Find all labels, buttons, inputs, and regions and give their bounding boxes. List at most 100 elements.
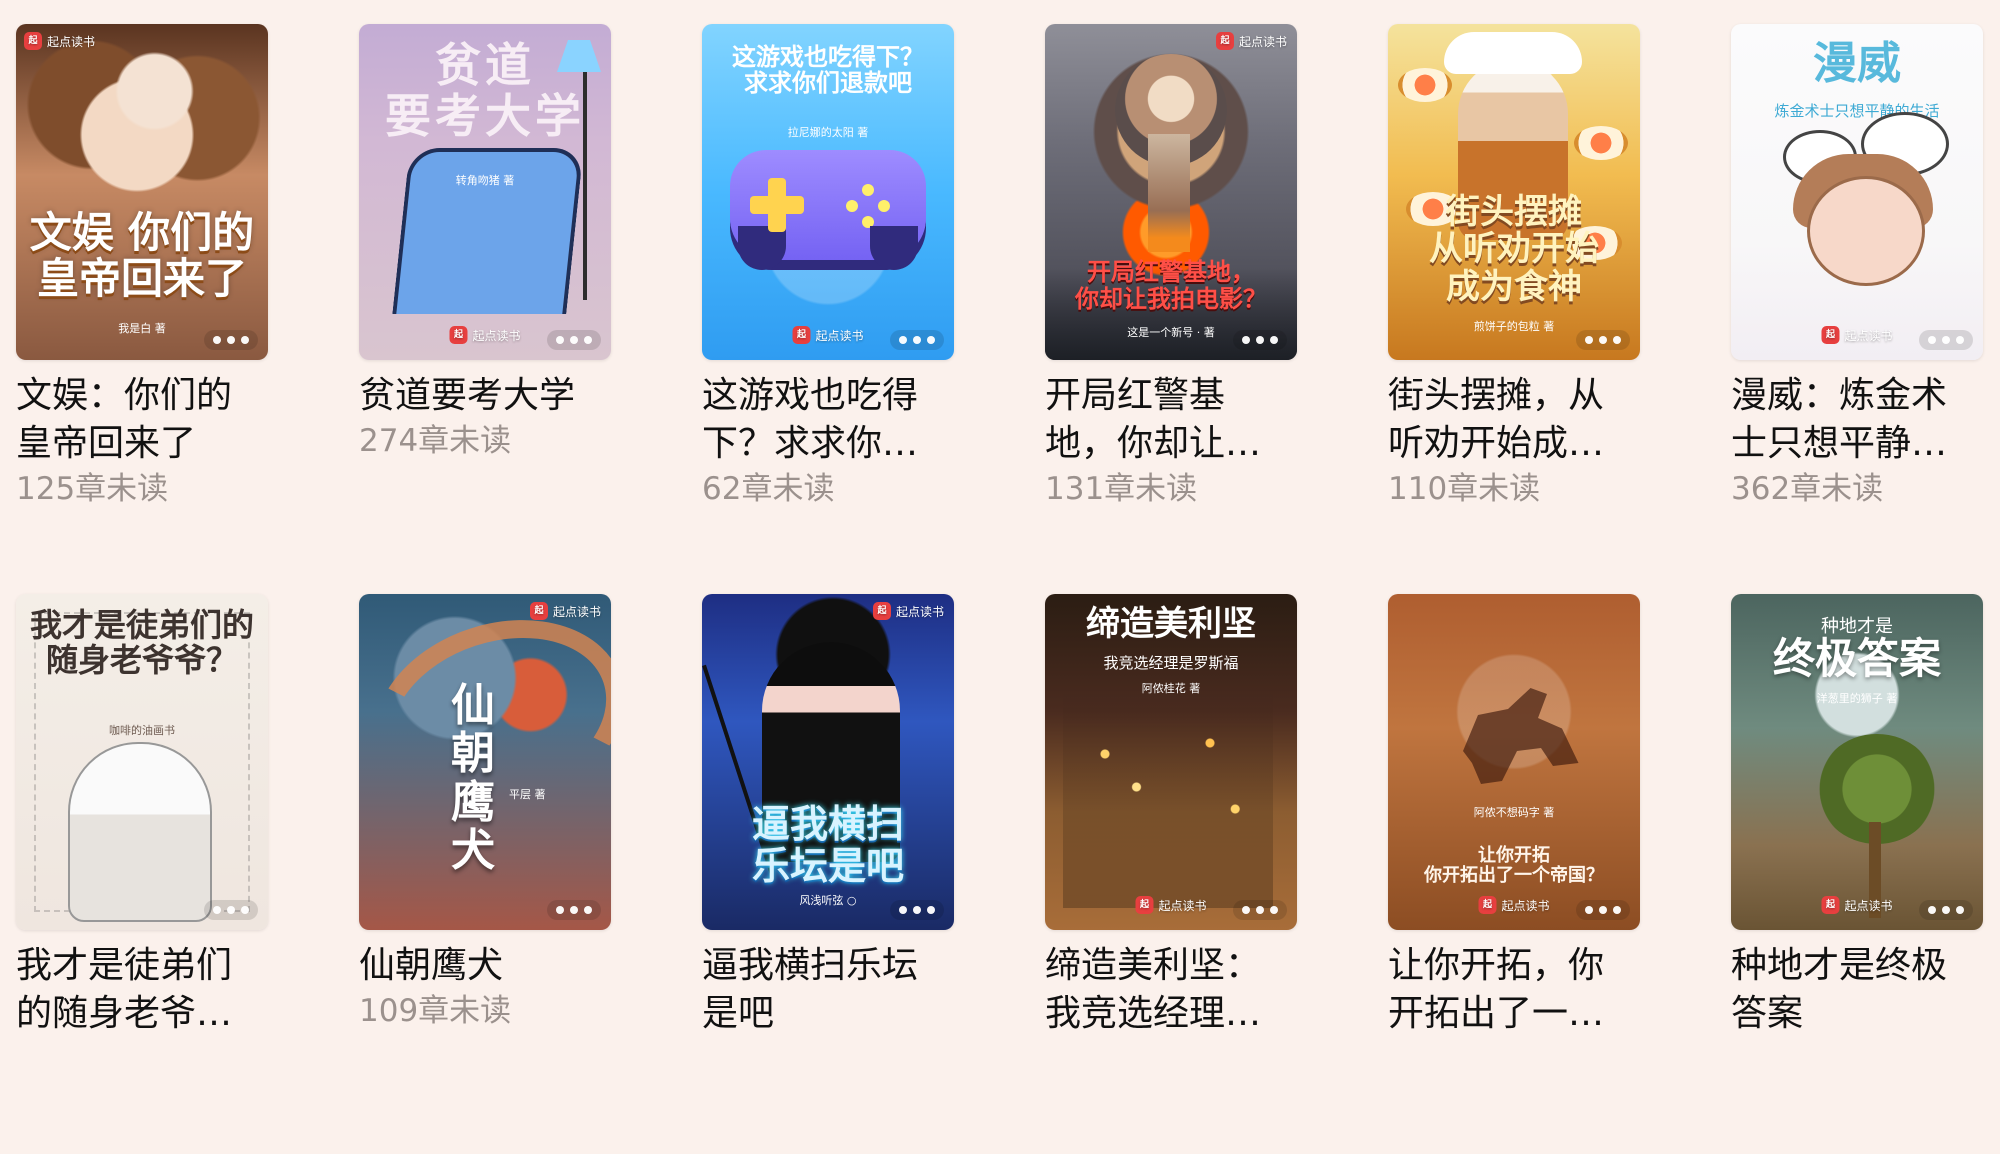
book-card-5[interactable]: 街头摆摊 从听劝开始 成为食神 煎饼子的包粒 著 街头摆摊，从听劝开始成为食神 …: [1388, 24, 1640, 584]
cover-title: 街头摆摊 从听劝开始 成为食神: [1429, 191, 1599, 307]
book-cover[interactable]: 贫道 要考大学 转角吻猪 著 起 起点读书: [359, 24, 611, 360]
book-cover[interactable]: 街头摆摊 从听劝开始 成为食神 煎饼子的包粒 著: [1388, 24, 1640, 360]
ellipsis-icon[interactable]: [547, 900, 601, 920]
book-card-8[interactable]: 起 起点读书 仙 朝 鹰 犬 平层 著 仙朝鹰犬 109章未读: [359, 594, 611, 1154]
book-title[interactable]: 漫威：炼金术士只想平静的生活: [1731, 372, 1971, 468]
book-card-3[interactable]: 这游戏也吃得下？ 求求你们退款吧 拉尼娜的太阳 著 起 起点读书 这游戏也吃得下…: [702, 24, 954, 584]
girl-face: [1807, 176, 1925, 286]
brand-label: 起点读书: [1501, 898, 1550, 913]
brand-label: 起点读书: [1844, 898, 1893, 913]
unread-count: 109章未读: [359, 993, 512, 1029]
qidian-logo-icon: 起: [872, 602, 891, 620]
cover-title: 贫道 要考大学: [385, 38, 585, 143]
brand-badge: 起 起点读书: [529, 602, 601, 620]
cover-title: 逼我横扫 乐坛是吧: [751, 802, 904, 889]
brand-label: 起点读书: [1844, 328, 1893, 343]
book-cover[interactable]: 我才是徒弟们的 随身老爷爷？ 咖啡的油画书: [16, 594, 268, 930]
ellipsis-icon[interactable]: [890, 330, 944, 350]
cover-subtitle: 炼金术士只想平静的生活: [1774, 102, 1940, 120]
cover-title: 我才是徒弟们的 随身老爷爷？: [29, 606, 254, 680]
qidian-logo-icon: 起: [792, 326, 811, 344]
book-card-10[interactable]: 缔造美利坚 我竞选经理是罗斯福 阿侬桂花 著 起 起点读书 缔造美利坚：我竞选经…: [1045, 594, 1297, 1154]
ellipsis-icon[interactable]: [204, 330, 258, 350]
book-title[interactable]: 逼我横扫乐坛是吧: [702, 942, 942, 1038]
ellipsis-icon[interactable]: [1919, 330, 1973, 350]
cover-title: 让你开拓 你开拓出了一个帝国？: [1424, 845, 1604, 887]
book-title[interactable]: 我才是徒弟们的随身老爷爷？: [16, 942, 256, 1038]
book-cover[interactable]: 缔造美利坚 我竞选经理是罗斯福 阿侬桂花 著 起 起点读书: [1045, 594, 1297, 930]
qidian-logo-icon: 起: [1821, 896, 1840, 914]
cover-title: 这游戏也吃得下？ 求求你们退款吧: [732, 43, 924, 98]
ellipsis-icon[interactable]: [890, 900, 944, 920]
cover-author: 咖啡的油画书: [109, 724, 175, 737]
qidian-logo-icon: 起: [449, 326, 468, 344]
book-title[interactable]: 让你开拓，你开拓出了一个帝国？: [1388, 942, 1628, 1038]
book-cover[interactable]: 起 起点读书 开局红警基地， 你却让我拍电影？ 这是一个新号 · 著: [1045, 24, 1297, 360]
brand-badge: 起 起点读书: [1821, 896, 1893, 914]
book-card-6[interactable]: 漫威 炼金术士只想平静的生活 起 起点读书 漫威：炼金术士只想平静的生活 362…: [1731, 24, 1983, 584]
brand-badge: 起 起点读书: [1821, 326, 1893, 344]
book-title[interactable]: 种地才是终极答案: [1731, 942, 1971, 1038]
brand-badge: 起 起点读书: [24, 32, 95, 50]
book-card-4[interactable]: 起 起点读书 开局红警基地， 你却让我拍电影？ 这是一个新号 · 著 开局红警基…: [1045, 24, 1297, 584]
book-title[interactable]: 仙朝鹰犬: [359, 942, 599, 990]
brand-label: 起点读书: [1238, 34, 1287, 49]
ellipsis-icon[interactable]: [547, 330, 601, 350]
brand-label: 起点读书: [895, 604, 944, 619]
book-title[interactable]: 缔造美利坚：我竞选经理是罗斯福: [1045, 942, 1285, 1038]
brand-badge: 起 起点读书: [1135, 896, 1207, 914]
brand-badge: 起 起点读书: [792, 326, 864, 344]
unread-count: 125章未读: [16, 471, 169, 507]
ellipsis-icon[interactable]: [204, 900, 258, 920]
book-cover[interactable]: 起 起点读书 逼我横扫 乐坛是吧 风浅听弦 ○: [702, 594, 954, 930]
qidian-logo-icon: 起: [1135, 896, 1154, 914]
food-plate: [1574, 126, 1628, 160]
street-lights: [1063, 688, 1273, 908]
food-plate: [1398, 68, 1452, 102]
brand-label: 起点读书: [472, 328, 521, 343]
book-cover[interactable]: 起 起点读书 文娱 你们的 皇帝回来了 我是白 著: [16, 24, 268, 360]
cover-title: 漫威: [1813, 38, 1901, 89]
cover-title: 文娱 你们的 皇帝回来了: [29, 207, 255, 303]
book-cover[interactable]: 种地才是 终极答案 洋葱里的狮子 著 起 起点读书: [1731, 594, 1983, 930]
book-cover[interactable]: 漫威 炼金术士只想平静的生活 起 起点读书: [1731, 24, 1983, 360]
ellipsis-icon[interactable]: [1233, 330, 1287, 350]
book-card-12[interactable]: 种地才是 终极答案 洋葱里的狮子 著 起 起点读书 种地才是终极答案: [1731, 594, 1983, 1154]
brand-label: 起点读书: [815, 328, 864, 343]
brand-label: 起点读书: [47, 34, 96, 49]
book-title[interactable]: 这游戏也吃得下？求求你们退款吧: [702, 372, 942, 468]
cover-author: 平层 著: [509, 788, 546, 801]
qidian-logo-icon: 起: [1478, 896, 1497, 914]
book-title[interactable]: 开局红警基地，你却让我拍电影？: [1045, 372, 1285, 468]
book-cover[interactable]: 阿侬不想码字 著 让你开拓 你开拓出了一个帝国？ 起 起点读书: [1388, 594, 1640, 930]
ellipsis-icon[interactable]: [1919, 900, 1973, 920]
unread-count: 110章未读: [1388, 471, 1541, 507]
game-controller-illustration: [730, 150, 926, 270]
cover-author: 阿侬不想码字 著: [1473, 806, 1555, 819]
unread-count: 131章未读: [1045, 471, 1198, 507]
ellipsis-icon[interactable]: [1576, 330, 1630, 350]
book-card-11[interactable]: 阿侬不想码字 著 让你开拓 你开拓出了一个帝国？ 起 起点读书 让你开拓，你开拓…: [1388, 594, 1640, 1154]
cover-author: 洋葱里的狮子 著: [1816, 692, 1898, 705]
cover-subtitle: 我竞选经理是罗斯福: [1103, 654, 1239, 672]
ellipsis-icon[interactable]: [1576, 900, 1630, 920]
sketch-character: [68, 742, 212, 922]
book-card-2[interactable]: 贫道 要考大学 转角吻猪 著 起 起点读书 贫道要考大学 274章未读: [359, 24, 611, 584]
book-card-1[interactable]: 起 起点读书 文娱 你们的 皇帝回来了 我是白 著 文娱：你们的皇帝回来了 12…: [16, 24, 268, 584]
book-cover[interactable]: 这游戏也吃得下？ 求求你们退款吧 拉尼娜的太阳 著 起 起点读书: [702, 24, 954, 360]
brand-badge: 起 起点读书: [449, 326, 521, 344]
cover-art: [16, 24, 268, 360]
book-title[interactable]: 文娱：你们的皇帝回来了: [16, 372, 256, 468]
ellipsis-icon[interactable]: [1233, 900, 1287, 920]
qidian-logo-icon: 起: [529, 602, 548, 620]
book-card-7[interactable]: 我才是徒弟们的 随身老爷爷？ 咖啡的油画书 我才是徒弟们的随身老爷爷？: [16, 594, 268, 1154]
brand-badge: 起 起点读书: [1478, 896, 1550, 914]
qidian-logo-icon: 起: [1215, 32, 1234, 50]
book-title[interactable]: 街头摆摊，从听劝开始成为食神: [1388, 372, 1628, 468]
book-cover[interactable]: 起 起点读书 仙 朝 鹰 犬 平层 著: [359, 594, 611, 930]
explosion-stem: [1148, 134, 1190, 252]
book-title[interactable]: 贫道要考大学: [359, 372, 599, 420]
qidian-logo-icon: 起: [1821, 326, 1840, 344]
book-card-9[interactable]: 起 起点读书 逼我横扫 乐坛是吧 风浅听弦 ○ 逼我横扫乐坛是吧: [702, 594, 954, 1154]
unread-count: 362章未读: [1731, 471, 1884, 507]
